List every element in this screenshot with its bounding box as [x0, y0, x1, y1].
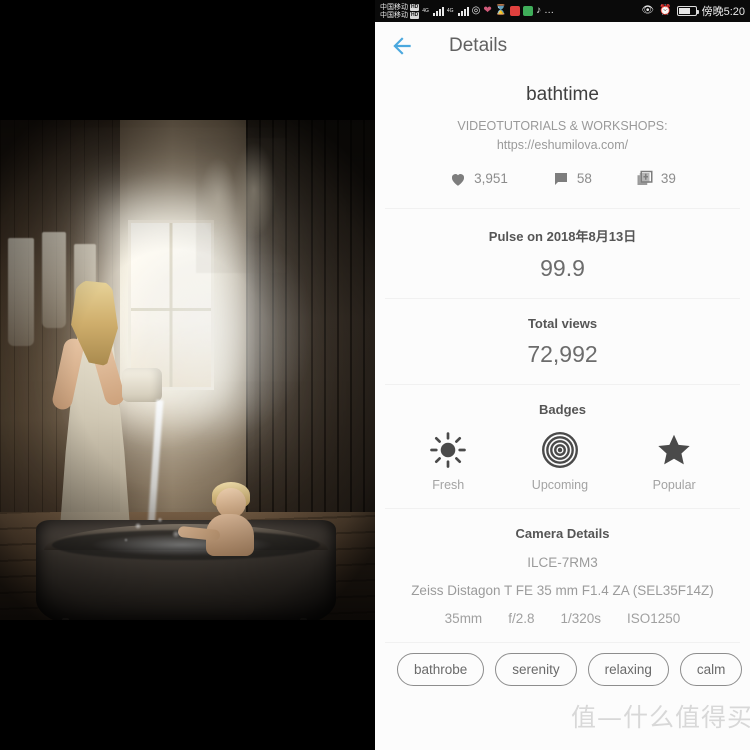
- tag-chip[interactable]: bathrobe: [397, 652, 485, 686]
- views-section: Total views 72,992: [375, 299, 750, 384]
- badge-upcoming[interactable]: Upcoming: [532, 431, 588, 492]
- pulse-value: 99.9: [540, 254, 585, 281]
- stats-row: 3,951 58 39: [375, 170, 750, 188]
- camera-settings-row: 35mm f/2.8 1/320s ISO1250: [375, 611, 750, 626]
- camera-aperture: f/2.8: [508, 610, 535, 626]
- back-arrow-icon[interactable]: [389, 33, 415, 59]
- stat-galleries[interactable]: 39: [636, 170, 676, 188]
- network-type-2: 4G: [446, 8, 454, 14]
- tag-chip[interactable]: serenity: [495, 652, 577, 686]
- camera-heading: Camera Details: [515, 525, 610, 541]
- badges-heading: Badges: [539, 401, 586, 417]
- badges-section: Badges Fresh Upcoming Popular: [375, 385, 750, 508]
- app-icon-green: [523, 6, 534, 16]
- stat-comments[interactable]: 58: [552, 170, 592, 188]
- status-time: 傍晚5:20: [701, 6, 745, 18]
- pulse-heading: Pulse on 2018年8月13日: [488, 228, 637, 244]
- star-icon: [658, 434, 690, 465]
- heart-status-icon: ❤: [483, 5, 492, 16]
- heart-icon: [452, 173, 465, 186]
- stat-likes[interactable]: 3,951: [449, 170, 508, 188]
- camera-shutter-speed: 1/320s: [560, 610, 602, 626]
- camera-lens: Zeiss Distagon T FE 35 mm F1.4 ZA (SEL35…: [411, 582, 714, 598]
- hourglass-icon: ⌛: [494, 5, 508, 16]
- hd-badge-1: HD: [410, 3, 420, 11]
- comment-icon: [554, 172, 567, 185]
- eye-care-icon: 👁: [641, 5, 655, 16]
- tag-chip[interactable]: relaxing: [587, 652, 669, 686]
- carrier-name-1: 中国移动: [380, 3, 408, 11]
- carrier-name-2: 中国移动: [380, 11, 408, 19]
- badges-row: Fresh Upcoming Popular: [375, 431, 750, 492]
- artwork-title: bathtime: [526, 84, 599, 105]
- views-heading: Total views: [527, 315, 598, 331]
- screen: 中国移动 HD 中国移动 HD 4G 4G ◎ ❤ ⌛ ♪ … 👁 ⏰ 傍晚5:…: [0, 0, 750, 750]
- signal-bars-icon-2: [457, 6, 469, 16]
- hd-badge-2: HD: [410, 11, 420, 19]
- sun-icon: [430, 431, 467, 468]
- pulse-section: Pulse on 2018年8月13日 99.9: [375, 209, 750, 298]
- artwork-subtitle[interactable]: VIDEOTUTORIALS & WORKSHOPS: https://eshu…: [375, 117, 750, 156]
- status-bar: 中国移动 HD 中国移动 HD 4G 4G ◎ ❤ ⌛ ♪ … 👁 ⏰ 傍晚5:…: [375, 0, 750, 22]
- likes-count: 3,951: [474, 171, 508, 187]
- app-icon-red: [510, 6, 521, 16]
- badge-label: Upcoming: [531, 477, 589, 492]
- tag-chip[interactable]: calm: [679, 652, 743, 686]
- badge-label: Popular: [652, 477, 696, 492]
- badge-fresh[interactable]: Fresh: [429, 431, 467, 492]
- badge-popular[interactable]: Popular: [653, 431, 696, 492]
- artwork-subtitle-line1: VIDEOTUTORIALS & WORKSHOPS:: [457, 119, 668, 133]
- badge-label: Fresh: [432, 477, 465, 492]
- tags-row: bathrobe serenity relaxing calm: [375, 643, 750, 686]
- app-bar: Details: [375, 22, 750, 70]
- page-title: Details: [449, 35, 508, 56]
- tiktok-icon: ♪: [536, 5, 542, 16]
- alarm-icon: ⏰: [659, 5, 672, 16]
- camera-focal-length: 35mm: [444, 610, 483, 626]
- status-bar-right: 👁 ⏰ 傍晚5:20: [641, 3, 745, 19]
- details-pane: 中国移动 HD 中国移动 HD 4G 4G ◎ ❤ ⌛ ♪ … 👁 ⏰ 傍晚5:…: [375, 0, 750, 750]
- artwork-photo[interactable]: [0, 120, 375, 620]
- carrier-labels: 中国移动 HD 中国移动 HD: [380, 3, 420, 19]
- watermark: 值—什么值得买: [571, 698, 750, 744]
- status-bar-left: 中国移动 HD 中国移动 HD 4G 4G ◎ ❤ ⌛ ♪ …: [380, 3, 556, 19]
- signal-bars-icon-1: [432, 6, 444, 16]
- battery-icon: [676, 6, 699, 16]
- galleries-count: 39: [660, 171, 676, 187]
- camera-iso: ISO1250: [627, 610, 681, 626]
- artwork-subtitle-link[interactable]: https://eshumilova.com/: [413, 136, 712, 155]
- camera-model: ILCE-7RM3: [527, 554, 598, 570]
- comments-count: 58: [576, 171, 592, 187]
- status-overflow-icon: …: [544, 5, 556, 16]
- camera-section: Camera Details ILCE-7RM3 Zeiss Distagon …: [375, 509, 750, 642]
- concentric-rings-icon: [541, 431, 578, 468]
- watermark-text: 值—什么值得买: [571, 703, 750, 732]
- views-value: 72,992: [527, 340, 598, 367]
- photo-pane: [0, 0, 375, 750]
- network-type-1: 4G: [422, 8, 429, 14]
- hotspot-icon: ◎: [471, 5, 481, 16]
- add-to-gallery-icon: [637, 170, 653, 185]
- photo-vignette: [0, 120, 375, 620]
